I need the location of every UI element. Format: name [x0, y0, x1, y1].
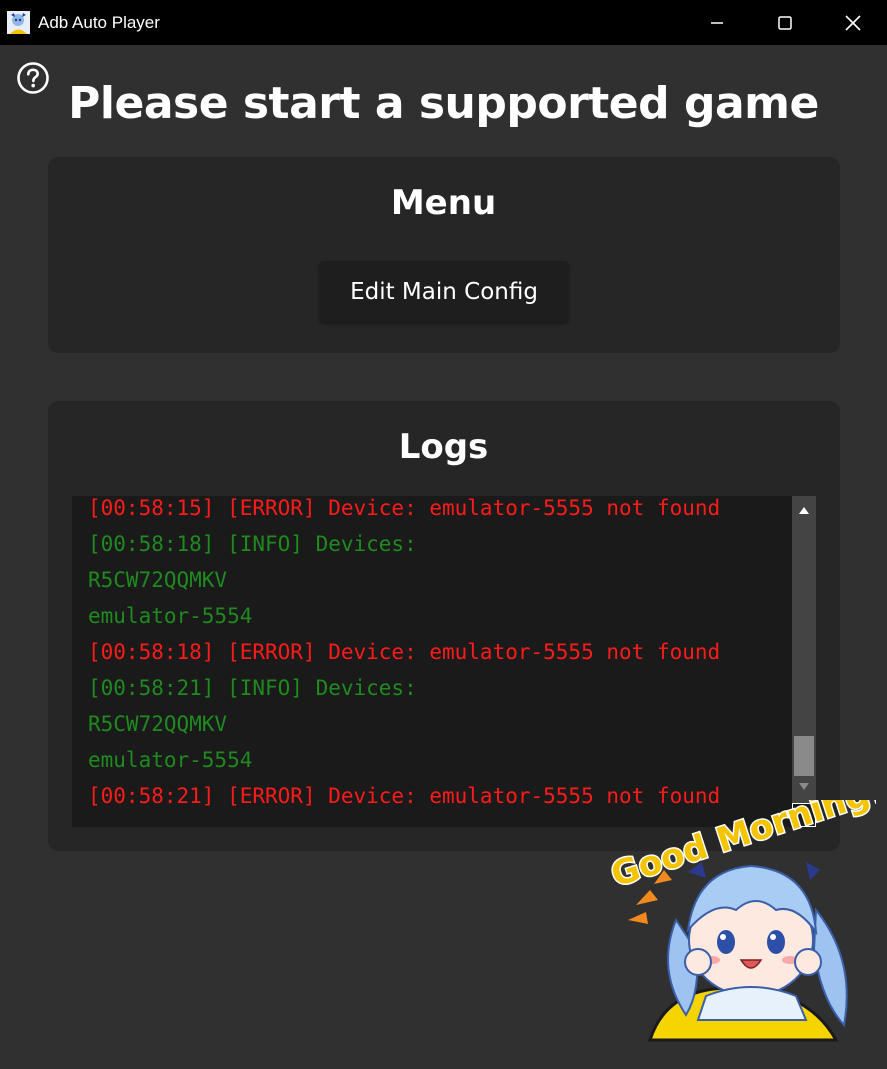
window-title: Adb Auto Player — [38, 13, 160, 32]
log-line: [00:58:18] [ERROR] Device: emulator-5555… — [88, 640, 721, 664]
menu-title: Menu — [390, 183, 497, 223]
log-line: [00:58:21] [INFO] Devices: — [88, 676, 417, 700]
log-line: emulator-5554 — [88, 604, 253, 628]
log-scrollbar[interactable] — [792, 496, 816, 827]
app-icon — [7, 11, 30, 34]
excitement-mark — [636, 890, 658, 905]
maximize-button[interactable] — [751, 0, 819, 45]
log-line: [00:58:15] [ERROR] Device: emulator-5555… — [88, 496, 721, 520]
log-lines: [00:58:15] [ERROR] Device: emulator-5555… — [88, 496, 790, 814]
maximize-icon — [778, 15, 792, 30]
scroll-down-button[interactable] — [792, 778, 816, 794]
edit-main-config-button[interactable]: Edit Main Config — [319, 261, 569, 322]
excitement-mark — [628, 912, 648, 924]
scroll-up-button[interactable] — [792, 502, 816, 518]
mascot-illustration: Good Morning! — [606, 800, 876, 1042]
scroll-thumb[interactable] — [794, 736, 814, 776]
logs-title: Logs — [398, 427, 489, 467]
minimize-button[interactable] — [683, 0, 751, 45]
log-line: emulator-5554 — [88, 748, 253, 772]
arrow-up-icon — [799, 506, 809, 514]
minimize-icon — [711, 21, 723, 24]
log-line: R5CW72QQMKV — [88, 568, 228, 592]
title-bar: Adb Auto Player — [0, 0, 887, 45]
log-line: [00:58:18] [INFO] Devices: — [88, 532, 417, 556]
close-icon — [845, 14, 861, 31]
log-line: R5CW72QQMKV — [88, 712, 228, 736]
close-button[interactable] — [819, 0, 887, 45]
page-title: Please start a supported game — [68, 78, 819, 129]
log-output[interactable]: [00:58:15] [ERROR] Device: emulator-5555… — [72, 496, 816, 827]
arrow-down-icon — [799, 782, 809, 790]
